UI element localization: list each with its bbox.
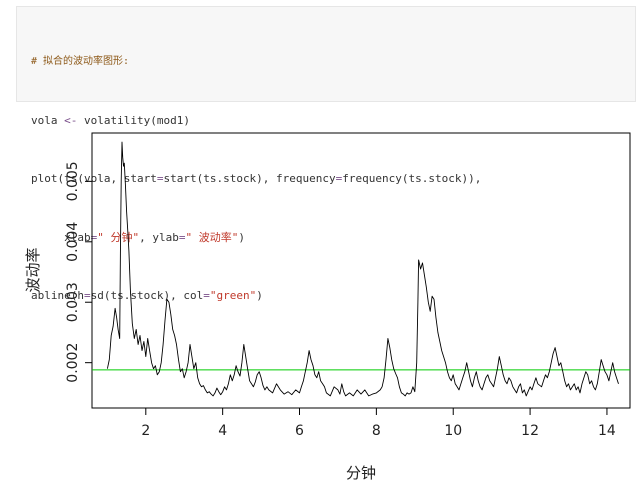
x-tick-label: 8: [372, 423, 381, 439]
x-axis-label: 分钟: [346, 464, 376, 482]
y-tick-label: 0.004: [65, 222, 81, 262]
x-tick-label: 12: [521, 423, 539, 439]
x-tick-label: 10: [444, 423, 462, 439]
volatility-series-line: [106, 141, 619, 397]
y-tick-label: 0.002: [65, 343, 81, 383]
y-axis-label: 波动率: [24, 247, 42, 292]
plot-area: 2 4 6 8 10 12 14 0.002 0.003 0.004 0.005 分钟 波动率: [0, 110, 636, 484]
y-tick-label: 0.005: [65, 161, 81, 201]
x-tick-label: 4: [218, 423, 227, 439]
volatility-chart: 2 4 6 8 10 12 14 0.002 0.003 0.004 0.005 分钟 波动率: [24, 132, 631, 482]
x-tick-label: 14: [598, 423, 616, 439]
x-tick-label: 2: [141, 423, 150, 439]
y-tick-label: 0.003: [65, 282, 81, 322]
x-axis: 2 4 6 8 10 12 14: [141, 408, 616, 439]
x-tick-label: 6: [295, 423, 304, 439]
plot-frame: [91, 132, 631, 409]
y-axis: 0.002 0.003 0.004 0.005: [65, 161, 92, 383]
code-block: # 拟合的波动率图形: vola <- volatility(mod1) plo…: [16, 6, 636, 302]
code-comment: # 拟合的波动率图形:: [31, 56, 130, 67]
